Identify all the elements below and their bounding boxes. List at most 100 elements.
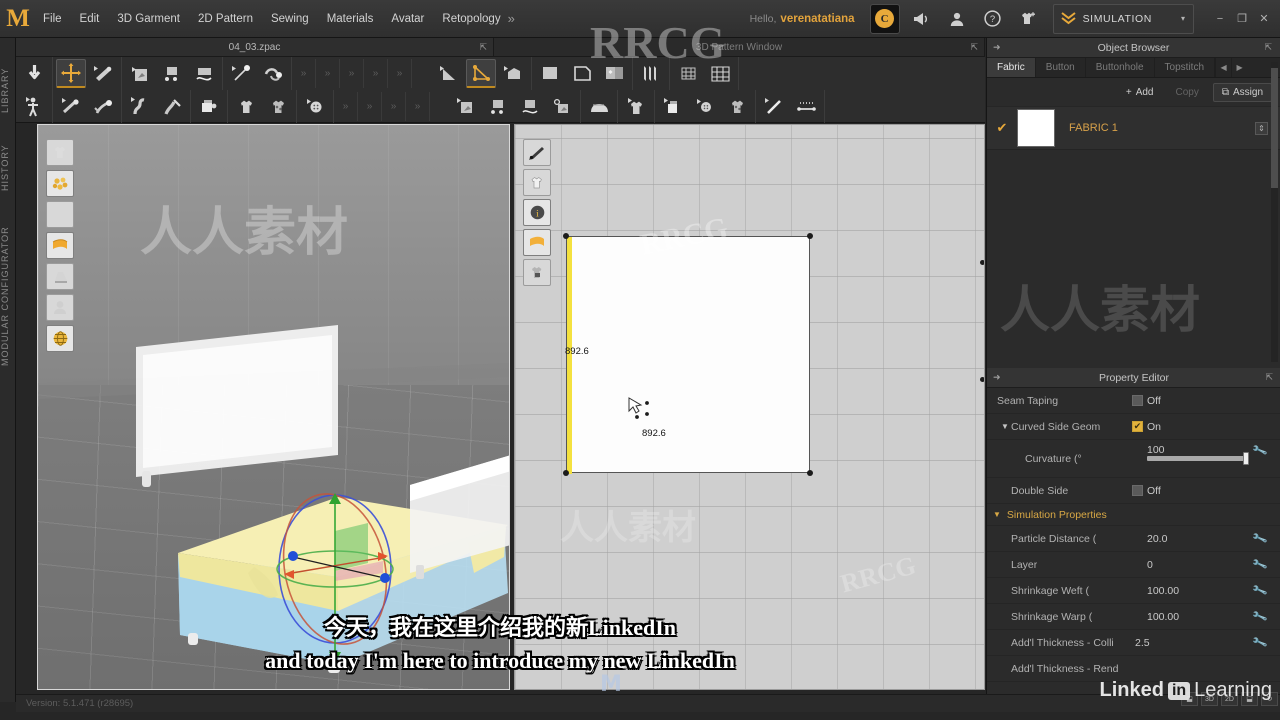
toolbar-overflow-5[interactable]: » (388, 59, 412, 88)
vp2d-garment-icon[interactable] (523, 169, 551, 196)
tack-curve-icon[interactable] (189, 59, 219, 88)
pattern-panel[interactable] (566, 236, 810, 474)
popout-icon-2[interactable]: ⇱ (1265, 372, 1273, 383)
vp3d-shadow-icon[interactable] (46, 263, 74, 290)
prop-row-shrinkage-weft[interactable]: Shrinkage Weft ( 100.00 🔧 (987, 578, 1280, 604)
restore-button[interactable]: ❐ (1232, 10, 1252, 28)
add-button[interactable]: + Add (1118, 83, 1162, 102)
garment-texture-icon[interactable] (263, 92, 293, 121)
vp2d-fabric-icon[interactable] (523, 229, 551, 256)
curved-side-geometry-checkbox[interactable]: ✔ (1132, 421, 1143, 432)
prop-row-curved-side-geometry[interactable]: ▼ Curved Side Geom ✔ On (987, 414, 1280, 440)
pattern-tack-curve-icon[interactable] (515, 92, 545, 121)
tab-3d-window[interactable]: 04_03.zpac ⇱ (16, 38, 494, 57)
toolbar-overflow-6[interactable]: » (334, 92, 358, 121)
menu-retopology[interactable]: Retopology (433, 9, 509, 29)
print-layout-icon[interactable] (194, 92, 224, 121)
menu-2d-pattern[interactable]: 2D Pattern (189, 9, 262, 29)
prop-row-particle-distance[interactable]: Particle Distance ( 20.0 🔧 (987, 526, 1280, 552)
fold-angle-icon[interactable] (125, 92, 155, 121)
tab-buttonhole[interactable]: Buttonhole (1086, 58, 1155, 77)
toolbar-overflow-2[interactable]: » (316, 59, 340, 88)
wrench-icon-3[interactable]: 🔧 (1251, 556, 1269, 573)
garment-front-icon[interactable] (231, 92, 261, 121)
fabric-swatch[interactable] (1017, 109, 1055, 147)
mode-selector[interactable]: SIMULATION ▾ (1052, 3, 1194, 34)
announcements-icon[interactable] (906, 4, 936, 34)
double-sided-checkbox[interactable] (1132, 485, 1143, 496)
menu-edit[interactable]: Edit (71, 9, 109, 29)
free-sew-icon[interactable] (88, 92, 118, 121)
avatar-pose-icon[interactable] (19, 92, 49, 121)
measure-dotted-icon[interactable] (791, 92, 821, 121)
tab-fabric[interactable]: Fabric (987, 58, 1036, 77)
toolbar-overflow-3[interactable]: » (340, 59, 364, 88)
vp3d-fabric-icon[interactable] (46, 232, 74, 259)
toolbar-overflow-8[interactable]: » (382, 92, 406, 121)
viewport-3d[interactable] (37, 124, 510, 690)
prop-value-layer[interactable]: 0 (1147, 559, 1153, 571)
rail-item-history[interactable]: HISTORY (0, 138, 16, 198)
prop-value-curvature[interactable]: 100 (1147, 444, 1165, 456)
pin-icon[interactable]: ➜ (993, 42, 1001, 53)
vp2d-info-icon[interactable]: i (523, 199, 551, 226)
wrench-icon-5[interactable]: 🔧 (1251, 608, 1269, 625)
button-icon[interactable] (300, 92, 330, 121)
wrench-icon-6[interactable]: 🔧 (1251, 634, 1269, 651)
caret-down-icon-2[interactable]: ▼ (993, 510, 1001, 519)
pleat-icon[interactable] (636, 59, 666, 88)
tabs-prev-icon[interactable]: ◀ (1215, 58, 1231, 77)
pattern-button-icon[interactable] (690, 92, 720, 121)
minimize-button[interactable]: − (1210, 10, 1230, 28)
vp3d-globe-icon[interactable] (46, 325, 74, 352)
tab-topstitch[interactable]: Topstitch (1155, 58, 1216, 77)
edit-pattern-icon[interactable] (434, 59, 464, 88)
wrench-icon-4[interactable]: 🔧 (1251, 582, 1269, 599)
menu-file[interactable]: File (34, 9, 71, 29)
copy-button[interactable]: Copy (1167, 83, 1206, 102)
menu-3d-garment[interactable]: 3D Garment (108, 9, 189, 29)
popout-icon[interactable]: ⇱ (1264, 42, 1272, 53)
add-garment-icon[interactable] (1014, 4, 1044, 34)
pattern-garment-icon[interactable] (621, 92, 651, 121)
pressure-point-icon[interactable] (226, 59, 256, 88)
prop-value-particle-distance[interactable]: 20.0 (1147, 533, 1167, 545)
inner-shape-icon[interactable] (599, 59, 629, 88)
assign-button[interactable]: ⧉ Assign (1212, 82, 1272, 102)
simulate-icon[interactable] (19, 59, 49, 88)
user-account-icon[interactable] (942, 4, 972, 34)
cloud-icon[interactable]: C (869, 3, 900, 34)
pattern-select-region-icon[interactable] (547, 92, 577, 121)
mesh-large-icon[interactable] (705, 59, 735, 88)
polygon-icon[interactable] (567, 59, 597, 88)
prop-row-addl-thickness-collision[interactable]: Add'l Thickness - Colli 2.5 🔧 (987, 630, 1280, 656)
toolbar-overflow-4[interactable]: » (364, 59, 388, 88)
pattern-tack-points-icon[interactable] (483, 92, 513, 121)
tabs-next-icon[interactable]: ▶ (1231, 58, 1247, 77)
edit-curve-point-icon[interactable] (466, 59, 496, 88)
prop-row-double-sided[interactable]: Double Side Off (987, 478, 1280, 504)
prop-value-shrinkage-weft[interactable]: 100.00 (1147, 585, 1179, 597)
fabric-row-icon[interactable]: ⇕ (1255, 121, 1268, 135)
vp3d-head-icon[interactable] (46, 294, 74, 321)
pin-icon-2[interactable]: ➜ (993, 372, 1001, 383)
prop-row-curvature[interactable]: Curvature (° 100 🔧 (987, 440, 1280, 478)
close-button[interactable]: ✕ (1254, 10, 1274, 28)
transform-move-icon[interactable] (56, 59, 86, 88)
pattern-pin-icon[interactable] (451, 92, 481, 121)
mesh-small-icon[interactable] (673, 59, 703, 88)
toolbar-overflow-9[interactable]: » (406, 92, 430, 121)
curvature-slider[interactable] (1147, 452, 1249, 465)
menu-materials[interactable]: Materials (318, 9, 383, 29)
vp3d-avatar-icon[interactable] (46, 201, 74, 228)
vp3d-particle-icon[interactable] (46, 170, 74, 197)
help-icon[interactable]: ? (978, 4, 1008, 34)
tab-2d-window[interactable]: 3D Pattern Window ⇱ (494, 38, 985, 57)
rail-item-modular-configurator[interactable]: MODULAR CONFIGURATOR (0, 216, 16, 376)
username-label[interactable]: verenatatiana (780, 13, 854, 25)
wrench-icon-2[interactable]: 🔧 (1251, 530, 1269, 547)
curvature-slider-knob[interactable] (1243, 452, 1249, 465)
menu-overflow-chevron[interactable]: » (504, 11, 519, 26)
property-scrollbar-thumb[interactable] (1271, 68, 1278, 188)
pattern-vertex-tr[interactable] (807, 233, 813, 239)
